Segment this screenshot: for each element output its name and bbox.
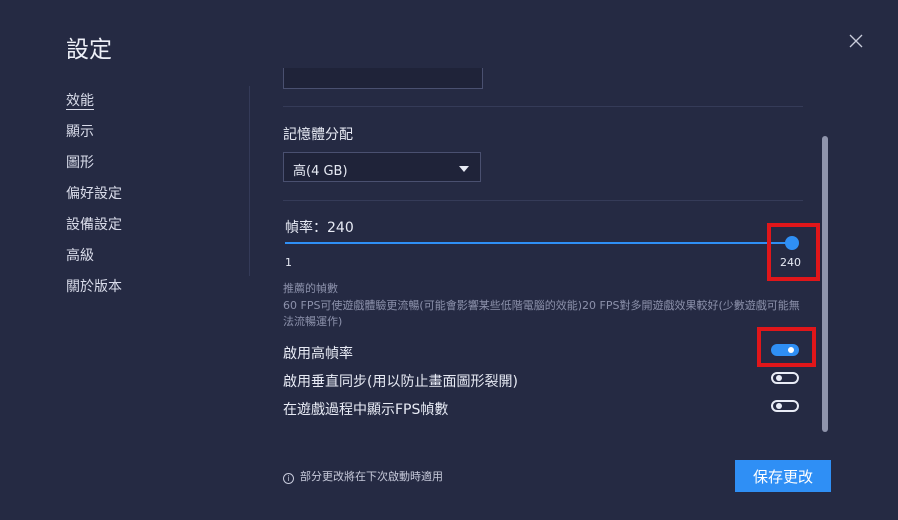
toggle-label-high-framerate: 啟用高幀率 — [283, 346, 353, 362]
sidebar-item-display[interactable]: 顯示 — [66, 121, 122, 152]
toggle-label-vsync: 啟用垂直同步(用以防止畫面圖形裂開) — [283, 374, 518, 390]
hint-text: 60 FPS可使遊戲體驗更流暢(可能會影響某些低階電腦的效能)20 FPS對多開… — [283, 299, 800, 328]
sidebar-item-label: 圖形 — [66, 155, 94, 171]
info-icon: i — [283, 473, 294, 484]
sidebar-nav: 效能 顯示 圖形 偏好設定 設備設定 高級 關於版本 — [66, 90, 122, 307]
page-title: 設定 — [66, 37, 112, 63]
hint-title: 推薦的幀數 — [283, 282, 338, 295]
toggle-label-show-fps: 在遊戲過程中顯示FPS幀數 — [283, 402, 449, 418]
sidebar-item-preferences[interactable]: 偏好設定 — [66, 183, 122, 214]
framerate-slider-track[interactable] — [285, 242, 793, 244]
toggle-knob — [776, 403, 782, 409]
sidebar-item-performance[interactable]: 效能 — [66, 90, 122, 121]
sidebar-item-device[interactable]: 設備設定 — [66, 214, 122, 245]
scrollbar-thumb[interactable] — [822, 136, 828, 432]
sidebar-divider — [249, 86, 250, 276]
sidebar-item-advanced[interactable]: 高級 — [66, 245, 122, 276]
sidebar-item-about[interactable]: 關於版本 — [66, 276, 122, 307]
section-divider — [283, 106, 803, 107]
memory-label: 記憶體分配 — [283, 127, 353, 143]
caret-down-icon — [459, 166, 469, 172]
highlight-box-slider — [767, 223, 820, 281]
toggle-knob — [776, 375, 782, 381]
framerate-label: 幀率：240 — [285, 220, 354, 236]
sidebar-item-label: 顯示 — [66, 124, 94, 140]
show-fps-toggle[interactable] — [771, 400, 799, 412]
highlight-box-toggle — [757, 327, 816, 367]
sidebar-item-graphics[interactable]: 圖形 — [66, 152, 122, 183]
sidebar-item-label: 高級 — [66, 248, 94, 264]
vsync-toggle[interactable] — [771, 372, 799, 384]
sidebar-item-label: 設備設定 — [66, 217, 122, 233]
close-icon[interactable] — [848, 33, 864, 49]
sidebar-item-label: 效能 — [66, 93, 94, 110]
previous-select-partial[interactable] — [283, 68, 483, 89]
sidebar-item-label: 偏好設定 — [66, 186, 122, 202]
save-button[interactable]: 保存更改 — [735, 460, 831, 492]
footer-note-text: 部分更改將在下次啟動時適用 — [300, 470, 443, 483]
memory-select[interactable]: 高(4 GB) — [283, 152, 481, 182]
slider-min-label: 1 — [285, 256, 292, 269]
sidebar-item-label: 關於版本 — [66, 279, 122, 295]
section-divider — [283, 200, 803, 201]
memory-select-value: 高(4 GB) — [293, 164, 348, 179]
footer-note: i 部分更改將在下次啟動時適用 — [283, 468, 443, 484]
